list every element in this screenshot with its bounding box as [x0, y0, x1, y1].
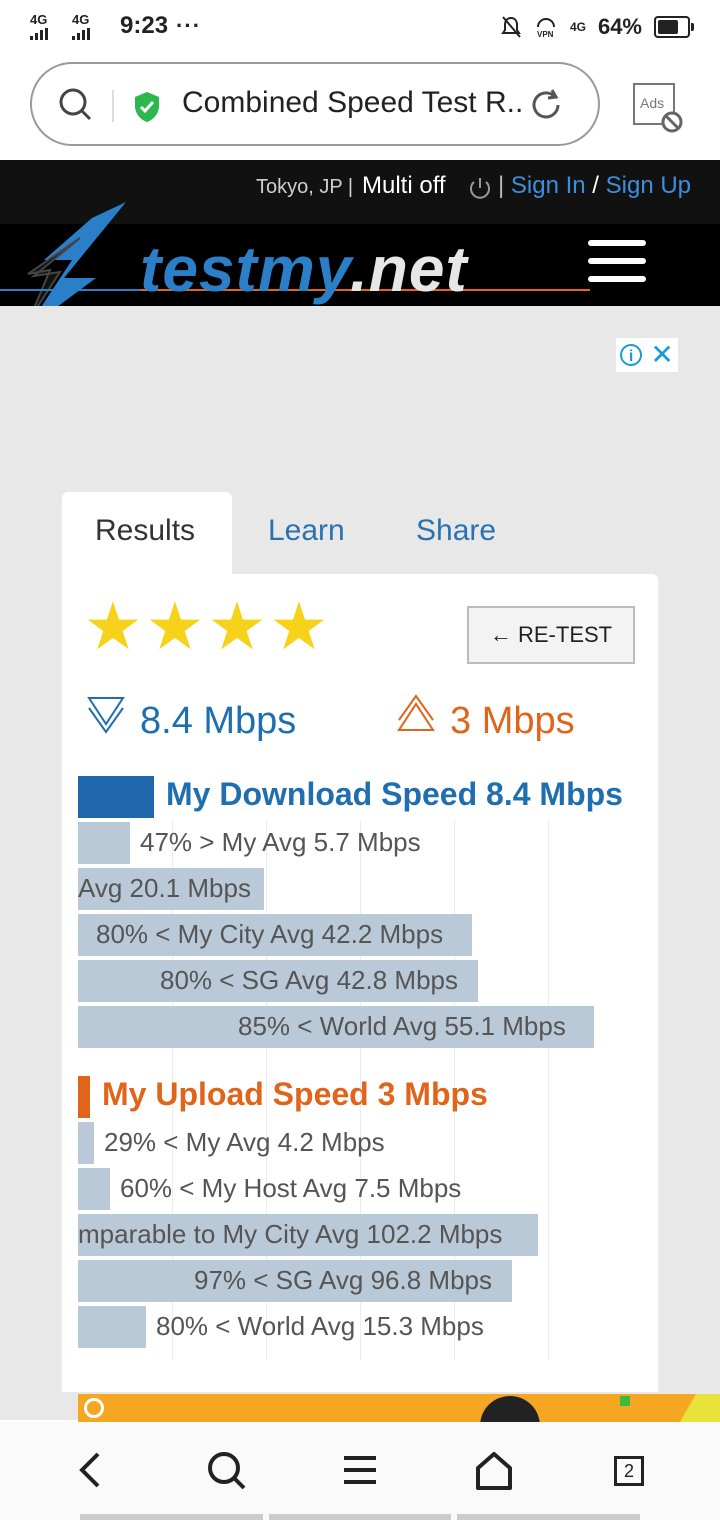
- download-comparison-bar: [78, 822, 130, 864]
- ad-controls: i ✕: [616, 338, 678, 372]
- auth-links: | Sign In / Sign Up: [498, 172, 692, 199]
- svg-text:VPN: VPN: [537, 30, 554, 39]
- home-icon[interactable]: [470, 1446, 518, 1494]
- location-label: Tokyo, JP |: [256, 176, 354, 198]
- page-title[interactable]: Combined Speed Test R...: [182, 86, 522, 120]
- menu-icon[interactable]: [588, 240, 646, 282]
- download-comparison-label: 80% < My City Avg 42.2 Mbps: [96, 919, 444, 949]
- back-icon[interactable]: [66, 1446, 114, 1494]
- upload-speed-bar: [78, 1076, 90, 1118]
- star-icon: ★: [83, 589, 143, 663]
- download-arrow-icon: [87, 697, 125, 734]
- clock: 9:23: [120, 12, 169, 39]
- more-notifications-icon: ···: [176, 13, 202, 38]
- upload-comparison-bar: [78, 1306, 146, 1348]
- do-not-disturb-icon: [501, 16, 521, 38]
- divider: [112, 90, 114, 122]
- battery-percent: 64%: [597, 14, 642, 39]
- status-bar: 4G 4G 9:23 ··· VPN 4G 64%: [0, 0, 720, 58]
- rating-stars: ★ ★ ★ ★: [82, 589, 330, 663]
- search-icon[interactable]: [58, 86, 94, 124]
- reload-icon[interactable]: [528, 86, 564, 124]
- upload-comparison-bar: [78, 1122, 94, 1164]
- sign-in-link[interactable]: Sign In: [511, 172, 586, 199]
- retest-button[interactable]: ← RE-TEST: [467, 606, 635, 664]
- star-icon: ★: [207, 589, 267, 663]
- download-speed-title: My Download Speed 8.4 Mbps: [166, 776, 623, 812]
- upload-comparison-label: 97% < SG Avg 96.8 Mbps: [194, 1265, 492, 1295]
- download-speed-bar: [78, 776, 154, 818]
- secure-shield-icon: [135, 92, 159, 122]
- upload-comparison-label: 29% < My Avg 4.2 Mbps: [104, 1127, 385, 1157]
- multi-thread-toggle[interactable]: Multi off: [362, 172, 446, 200]
- bottom-navigation: [0, 1422, 720, 1520]
- signal-icon: 4G: [72, 13, 106, 40]
- star-icon: ★: [145, 589, 205, 663]
- ads-label: Ads: [640, 95, 664, 111]
- sign-up-link[interactable]: Sign Up: [606, 172, 691, 199]
- download-comparison-label: 85% < World Avg 55.1 Mbps: [238, 1011, 566, 1041]
- gesture-bar: [80, 1514, 641, 1520]
- ad-info-icon[interactable]: i: [620, 344, 643, 366]
- network-4g-icon: 4G: [569, 20, 586, 34]
- ad-banner[interactable]: [78, 1394, 720, 1422]
- download-comparison-label: 47% > My Avg 5.7 Mbps: [140, 827, 421, 857]
- upload-arrow-icon: [397, 694, 435, 731]
- upload-speed-title: My Upload Speed 3 Mbps: [102, 1076, 488, 1112]
- upload-comparison-bar: [78, 1168, 110, 1210]
- upload-speed-summary: 3 Mbps: [450, 700, 575, 742]
- upload-comparison-label: 80% < World Avg 15.3 Mbps: [156, 1311, 484, 1341]
- signal-icon: 4G: [30, 13, 64, 40]
- tabs-count-button[interactable]: 2: [614, 1456, 644, 1486]
- upload-comparison-label: 60% < My Host Avg 7.5 Mbps: [120, 1173, 462, 1203]
- address-bar[interactable]: Combined Speed Test R...: [30, 62, 600, 146]
- download-speed-summary: 8.4 Mbps: [140, 700, 297, 742]
- ad-block-icon[interactable]: Ads: [632, 82, 684, 134]
- download-comparison-label: 80% < SG Avg 42.8 Mbps: [160, 965, 458, 995]
- close-icon[interactable]: ✕: [650, 341, 673, 369]
- site-logo[interactable]: testmy.net: [140, 232, 468, 306]
- battery-icon: [654, 16, 694, 38]
- download-comparison-label: Avg 20.1 Mbps: [78, 873, 251, 903]
- vpn-icon: VPN: [537, 18, 555, 39]
- upload-comparison-label: mparable to My City Avg 102.2 Mbps: [78, 1219, 503, 1249]
- menu-icon[interactable]: [336, 1446, 384, 1494]
- search-icon[interactable]: [202, 1446, 250, 1494]
- tab-learn[interactable]: Learn: [268, 514, 345, 548]
- tab-share[interactable]: Share: [416, 514, 496, 548]
- tab-results[interactable]: Results: [95, 514, 195, 548]
- star-icon: ★: [269, 589, 329, 663]
